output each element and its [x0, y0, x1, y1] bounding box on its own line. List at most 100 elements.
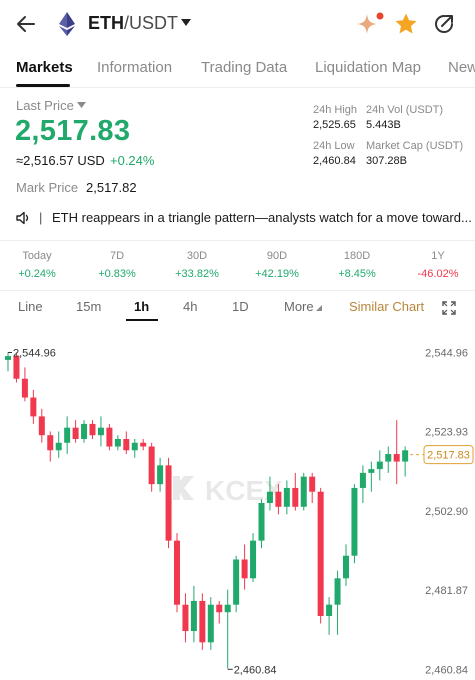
candle-body — [157, 465, 164, 485]
caret-down-icon[interactable] — [77, 102, 86, 108]
ai-sparkle-icon[interactable] — [355, 10, 385, 38]
news-headline[interactable]: ETH reappears in a triangle pattern—anal… — [52, 210, 472, 225]
last-price-label[interactable]: Last Price — [16, 98, 74, 113]
period-value: +0.24% — [18, 268, 56, 280]
pair-selector[interactable]: ETH/USDT — [88, 13, 178, 34]
interval-15m[interactable]: 15m — [76, 299, 101, 314]
candle-body — [199, 600, 206, 643]
interval-1d[interactable]: 1D — [232, 299, 249, 314]
min-price-label: 2,460.84 — [234, 664, 277, 676]
period-label: 1Y — [431, 250, 445, 262]
period-value: +42.19% — [255, 268, 299, 280]
interval-line[interactable]: Line — [18, 299, 43, 314]
news-separator: | — [39, 210, 43, 225]
interval-4h[interactable]: 4h — [183, 299, 197, 314]
candle-body — [283, 487, 290, 507]
interval-more[interactable]: More — [284, 299, 314, 314]
last-price: 2,517.83 — [15, 115, 131, 147]
candle-body — [275, 491, 282, 507]
candle-body — [359, 472, 366, 488]
candle-body — [368, 469, 375, 473]
mark-price-label: Mark Price — [16, 180, 79, 195]
vol-24h-label: 24h Vol (USDT) — [366, 104, 444, 116]
candle-body — [97, 427, 104, 436]
max-price-label: 2,544.96 — [13, 348, 56, 360]
tab-new[interactable]: New — [448, 59, 475, 76]
price-change: +0.24% — [110, 153, 155, 168]
chart-annotations: 2,544.96 2,460.84 2,517.83 — [8, 348, 474, 676]
candle-body — [131, 442, 138, 451]
candle-body — [343, 555, 349, 579]
candle-body — [21, 378, 28, 398]
vol-24h-value: 5.443B — [366, 119, 401, 131]
favorite-star-icon[interactable] — [394, 12, 418, 36]
period-value: -46.02% — [417, 268, 459, 280]
tab-trading-data[interactable]: Trading Data — [201, 59, 287, 76]
current-price-label: 2,517.83 — [427, 450, 470, 462]
candle-body — [123, 438, 130, 451]
back-arrow-icon[interactable] — [14, 12, 38, 36]
y-tick-label: 2,502.90 — [425, 506, 468, 518]
eth-logo-icon — [59, 12, 75, 36]
y-tick-label: 2,460.84 — [425, 664, 468, 676]
candle-body — [89, 423, 96, 436]
period-value: +8.45% — [338, 268, 376, 280]
speaker-icon — [16, 211, 29, 225]
candle-body — [30, 397, 37, 417]
interval-1h[interactable]: 1h — [134, 299, 149, 314]
y-tick-label: 2,481.87 — [425, 585, 468, 597]
candle-body — [114, 438, 121, 447]
divider — [0, 290, 475, 291]
similar-chart-button[interactable]: Similar Chart — [349, 299, 424, 314]
candle-body — [250, 540, 257, 579]
candle-body — [165, 465, 172, 541]
high-24h-label: 24h High — [313, 104, 358, 116]
candle-body — [207, 604, 214, 643]
candle-body — [64, 427, 71, 443]
candle-body — [317, 491, 324, 616]
period-label: 180D — [343, 250, 371, 262]
share-icon[interactable] — [432, 12, 456, 36]
pair-quote: /USDT — [124, 13, 178, 33]
candle-body — [106, 427, 113, 447]
candle-body — [47, 435, 54, 451]
candle-body — [300, 476, 307, 507]
candle-body — [13, 356, 20, 379]
period-label: 30D — [186, 250, 208, 262]
tab-markets[interactable]: Markets — [16, 59, 73, 76]
divider — [0, 240, 475, 241]
candle-body — [72, 427, 79, 439]
low-24h-value: 2,460.84 — [313, 155, 356, 167]
candle-body — [182, 604, 189, 632]
candle-body — [376, 461, 383, 470]
candle-body — [174, 540, 180, 605]
candle-body — [148, 446, 155, 485]
caret-down-icon[interactable] — [181, 19, 191, 27]
candle-body — [5, 356, 11, 360]
candle-body — [55, 442, 62, 451]
candle-body — [190, 600, 197, 632]
y-tick-label: 2,544.96 — [425, 348, 468, 360]
period-label: 7D — [109, 250, 125, 262]
candle-body — [393, 454, 400, 462]
candlestick-chart[interactable]: KCEX 2,544.96 2,523.93 2,502.90 2,481.87 2,4… — [0, 326, 475, 680]
candle-body — [81, 423, 88, 439]
usd-equivalent: ≈2,516.57 USD — [16, 153, 105, 168]
candle-body — [224, 604, 231, 613]
y-axis: 2,544.96 2,523.93 2,502.90 2,481.87 2,460.84 — [425, 348, 468, 677]
candle-body — [292, 487, 299, 507]
candle-body — [38, 416, 45, 436]
low-24h-label: 24h Low — [313, 140, 355, 152]
period-label: Today — [22, 250, 52, 262]
tab-information[interactable]: Information — [97, 59, 172, 76]
candle-body — [258, 503, 265, 541]
candle-body — [334, 578, 341, 605]
tab-liquidation-map[interactable]: Liquidation Map — [315, 59, 421, 76]
fullscreen-icon[interactable] — [442, 301, 456, 315]
high-24h-value: 2,525.65 — [313, 119, 356, 131]
candle-body — [326, 604, 333, 616]
candle-body — [385, 454, 392, 462]
candle-body — [266, 491, 273, 503]
market-cap-value: 307.28B — [366, 155, 407, 167]
period-label: 90D — [266, 250, 288, 262]
